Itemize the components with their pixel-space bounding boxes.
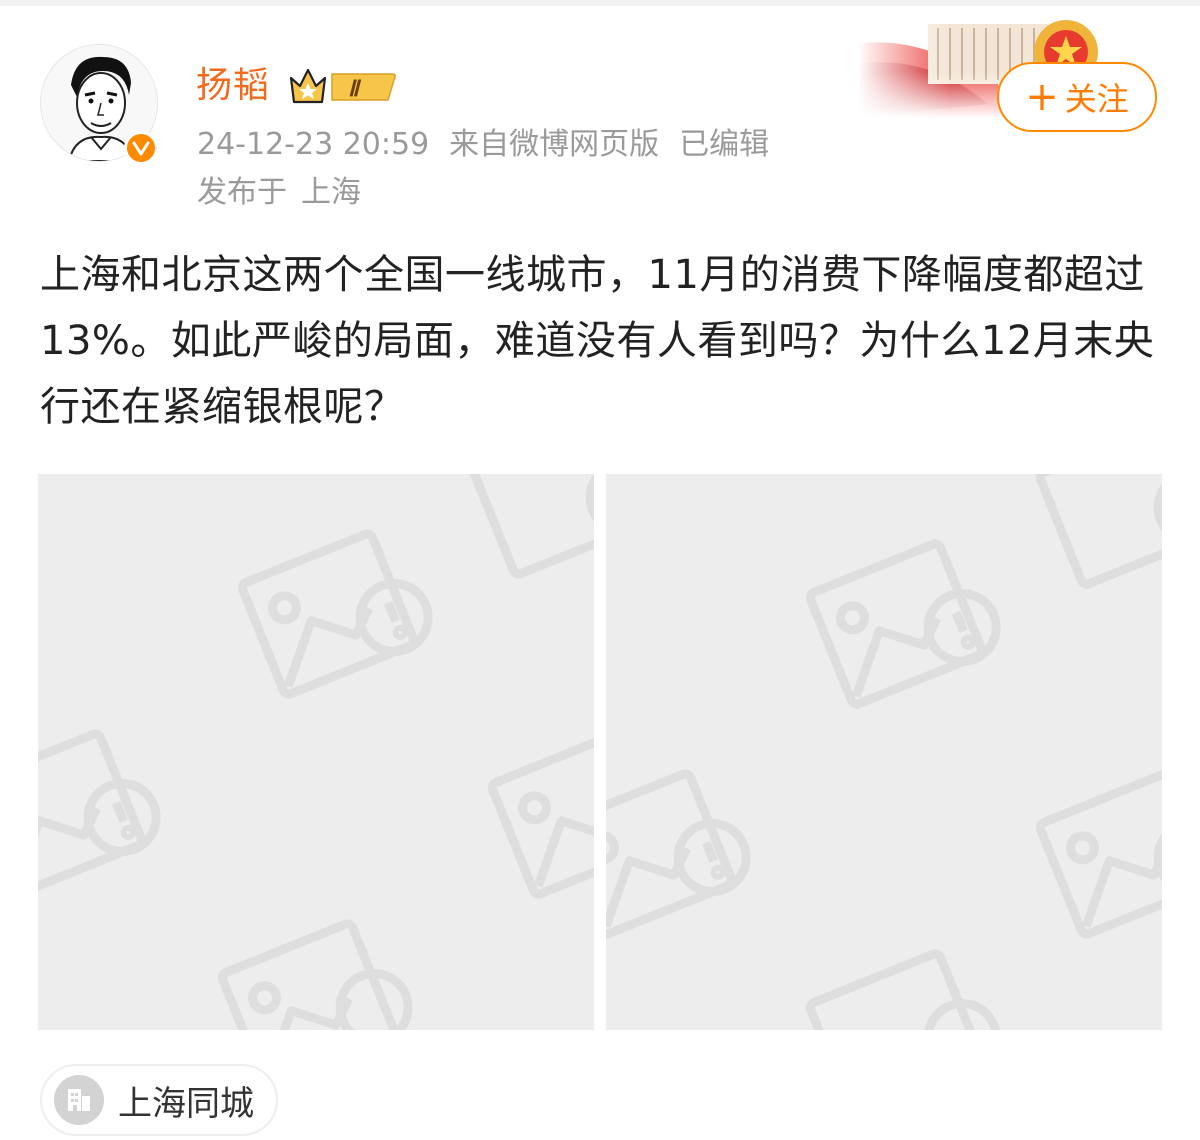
image-placeholder-2[interactable] (606, 474, 1162, 1030)
post-source[interactable]: 来自微博网页版 (449, 127, 659, 162)
verified-badge-icon (124, 131, 158, 165)
post-location: 发布于 上海 (197, 172, 361, 214)
username[interactable]: 扬韬 (196, 62, 270, 110)
edited-label[interactable]: 已编辑 (679, 127, 769, 162)
location-city: 上海 (301, 175, 361, 210)
building-icon (54, 1075, 104, 1125)
top-divider (0, 0, 1200, 6)
vip-crown-badge[interactable]: Ⅱ (288, 66, 398, 112)
follow-button-label: 关注 (1064, 80, 1129, 118)
post-meta: 24-12-23 20:59 来自微博网页版 已编辑 (197, 124, 789, 166)
plus-icon: + (1025, 74, 1059, 120)
follow-button[interactable]: + 关注 (997, 62, 1157, 132)
image-placeholder-1[interactable] (38, 474, 594, 1030)
post-text: 上海和北京这两个全国一线城市，11月的消费下降幅度都超过13%。如此严峻的局面，… (40, 252, 1155, 430)
image-error-icon (38, 474, 594, 1030)
image-error-icon (606, 474, 1162, 1030)
post-timestamp: 24-12-23 20:59 (197, 127, 430, 162)
location-tag-label: 上海同城 (118, 1083, 254, 1124)
location-tag[interactable]: 上海同城 (40, 1064, 278, 1136)
location-prefix: 发布于 (197, 175, 287, 210)
